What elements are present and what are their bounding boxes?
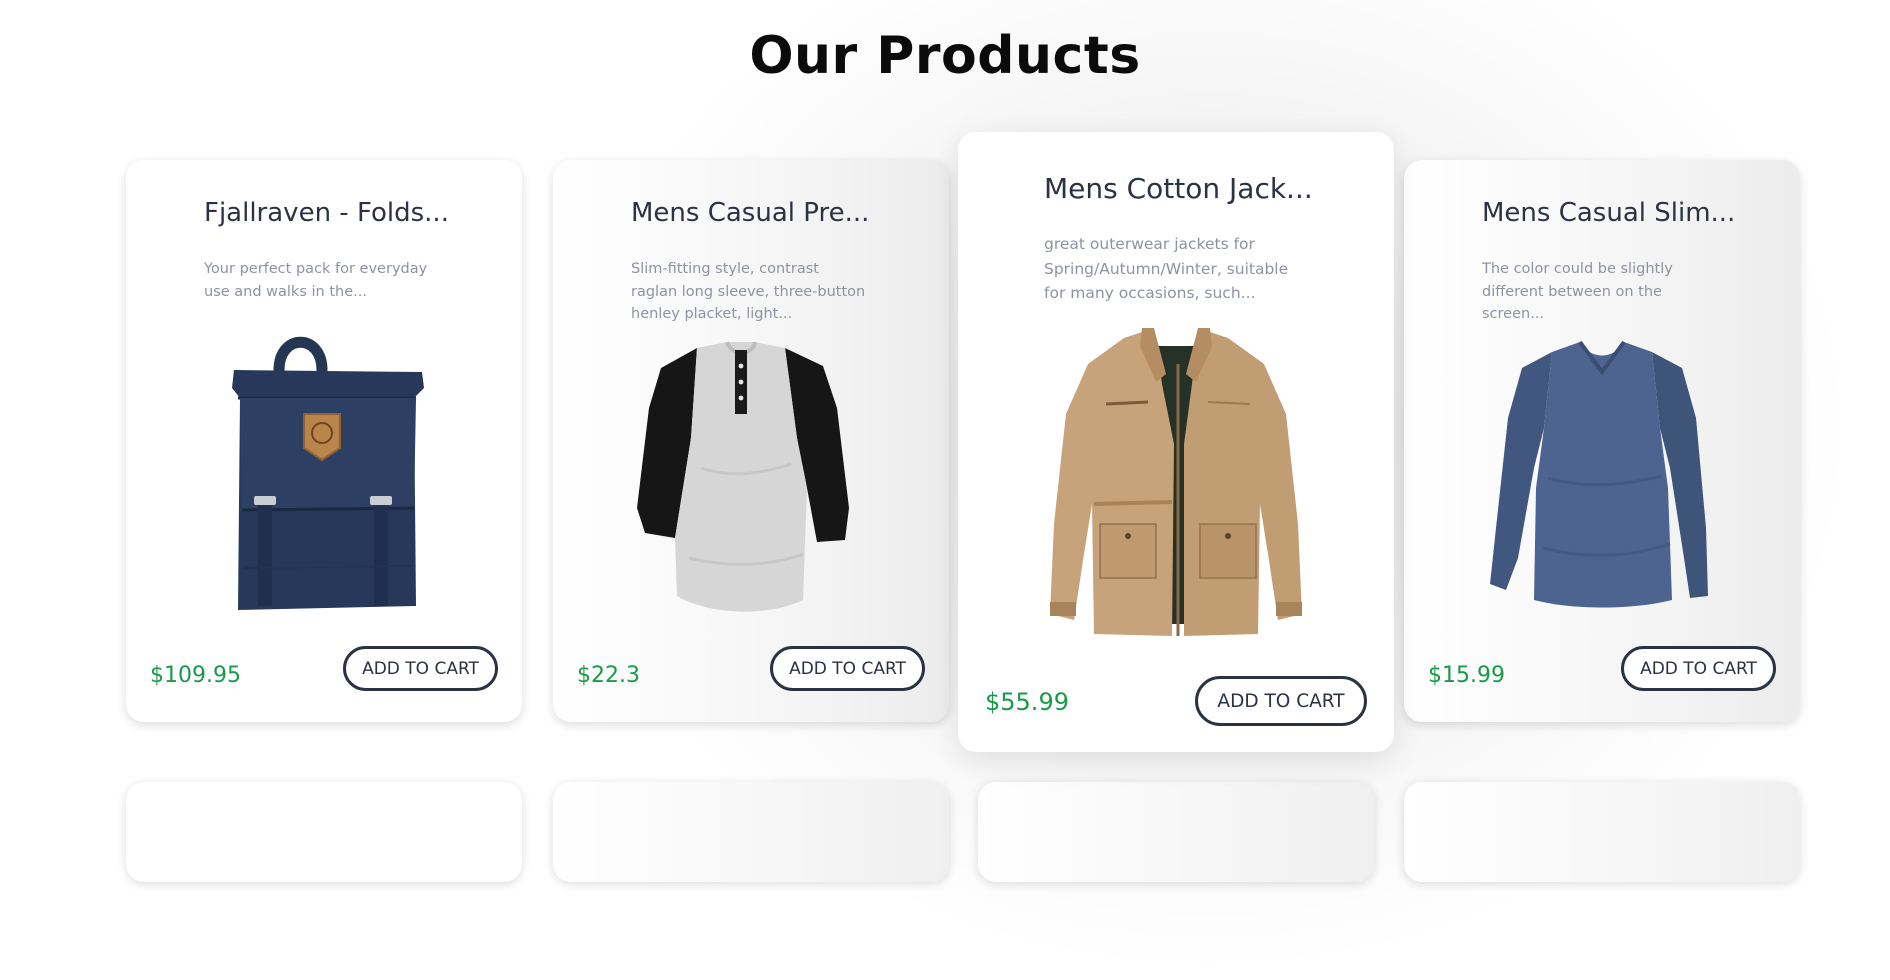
product-title: Mens Cotton Jack... xyxy=(1044,172,1313,205)
add-to-cart-button[interactable]: ADD TO CART xyxy=(770,646,925,691)
product-price: $22.3 xyxy=(577,663,640,688)
product-description: Slim-fitting style, contrast raglan long… xyxy=(631,261,866,322)
product-card[interactable]: Mens Casual Pre... Slim-fitting style, c… xyxy=(553,160,949,722)
product-card[interactable]: Mens Casual Slim... The color could be s… xyxy=(1404,160,1800,722)
cotton-jacket-image xyxy=(1044,324,1308,642)
product-title: Mens Casual Slim... xyxy=(1482,198,1736,228)
add-to-cart-button[interactable]: ADD TO CART xyxy=(343,646,498,691)
add-to-cart-button[interactable]: ADD TO CART xyxy=(1621,646,1776,691)
product-price: $15.99 xyxy=(1428,663,1505,688)
page-title: Our Products xyxy=(749,26,1141,86)
product-card-hovered[interactable]: Mens Cotton Jack... great outerwear jack… xyxy=(958,132,1394,752)
product-description: The color could be slightly different be… xyxy=(1482,261,1673,322)
product-card-partial[interactable] xyxy=(126,782,522,882)
long-sleeve-tee-image xyxy=(1482,328,1722,616)
product-title: Fjallraven - Folds... xyxy=(204,198,449,228)
product-title: Mens Casual Pre... xyxy=(631,198,870,228)
backpack-image xyxy=(204,328,444,616)
product-card-partial[interactable] xyxy=(553,782,949,882)
product-price: $109.95 xyxy=(150,663,241,688)
product-card[interactable]: Fjallraven - Folds... Your perfect pack … xyxy=(126,160,522,722)
henley-shirt-image xyxy=(631,328,871,616)
product-card-partial[interactable] xyxy=(978,782,1374,882)
product-description: great outerwear jackets for Spring/Autum… xyxy=(1044,235,1289,302)
product-card-partial[interactable] xyxy=(1404,782,1800,882)
product-description: Your perfect pack for everyday use and w… xyxy=(204,261,428,300)
product-price: $55.99 xyxy=(985,688,1069,716)
add-to-cart-button[interactable]: ADD TO CART xyxy=(1195,676,1367,726)
